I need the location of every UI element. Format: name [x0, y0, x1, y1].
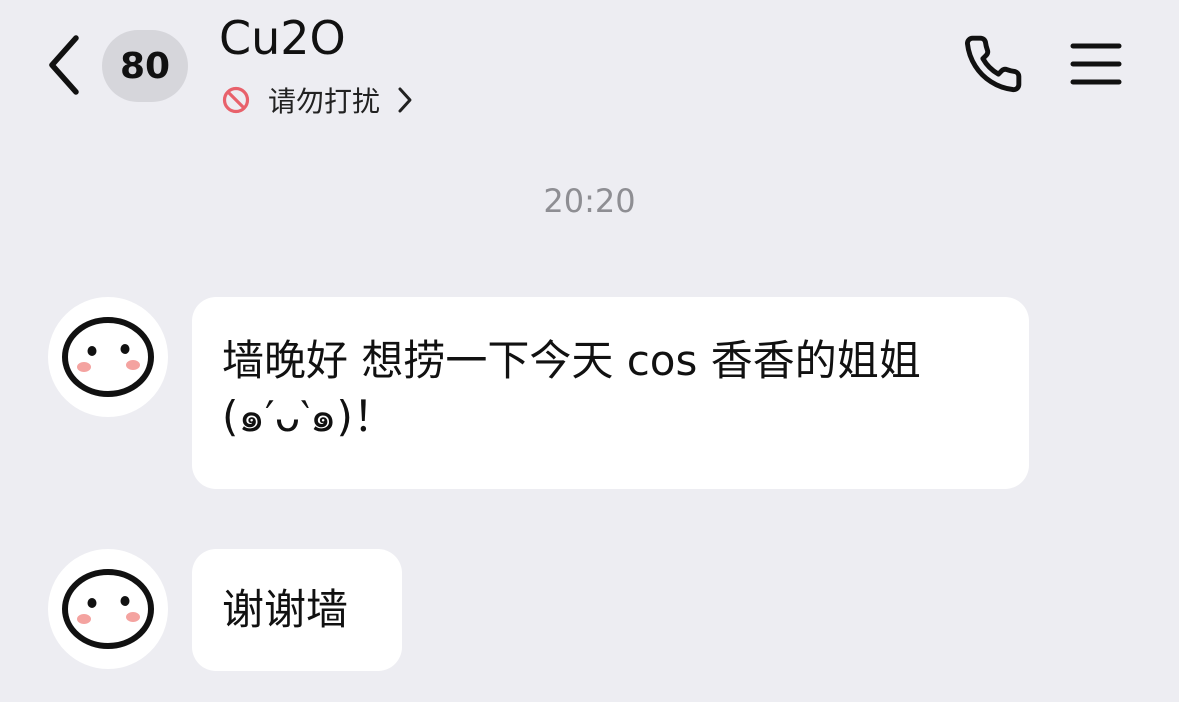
hamburger-menu-icon: [1070, 41, 1122, 91]
menu-button[interactable]: [1066, 38, 1126, 94]
message-text: 谢谢墙: [222, 585, 349, 634]
back-button[interactable]: [36, 34, 92, 100]
do-not-disturb-icon: [222, 86, 250, 114]
message-bubble[interactable]: 墙晚好 想捞一下今天 cos 香香的姐姐 (๑′ᴗ‵๑)！: [192, 297, 1029, 489]
message-bubble[interactable]: 谢谢墙: [192, 549, 402, 671]
contact-name: Cu2O: [219, 11, 346, 65]
sender-avatar[interactable]: [48, 549, 168, 669]
unread-count-badge[interactable]: 80: [102, 30, 188, 102]
sender-avatar[interactable]: [48, 297, 168, 417]
call-button[interactable]: [958, 33, 1028, 99]
chevron-left-icon: [44, 33, 84, 101]
message-timestamp: 20:20: [543, 182, 636, 220]
message-text: 墙晚好 想捞一下今天 cos 香香的姐姐 (๑′ᴗ‵๑)！: [222, 336, 921, 441]
face-avatar-icon: [58, 557, 158, 661]
chevron-right-icon: [394, 85, 416, 115]
status-label: 请勿打扰: [268, 85, 381, 118]
phone-icon: [962, 33, 1024, 99]
face-avatar-icon: [58, 305, 158, 409]
dnd-status[interactable]: 请勿打扰: [222, 78, 416, 122]
